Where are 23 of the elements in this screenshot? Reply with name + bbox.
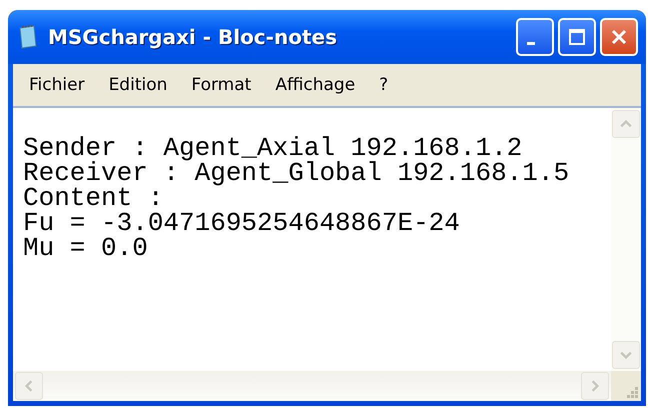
close-icon <box>609 27 629 47</box>
window-title: MSGchargaxi - Bloc-notes <box>48 25 338 49</box>
text-line: Mu = 0.0 <box>23 236 149 261</box>
minimize-icon <box>527 42 535 44</box>
scroll-right-button[interactable] <box>581 372 609 400</box>
close-button[interactable] <box>600 18 638 56</box>
scroll-down-button[interactable] <box>612 341 640 369</box>
maximize-button[interactable] <box>558 18 596 56</box>
resize-grip-icon[interactable] <box>625 385 639 399</box>
menu-item[interactable]: ? <box>367 75 400 95</box>
menu-item[interactable]: Fichier <box>17 75 97 95</box>
text-line: Receiver : Agent_Global 192.168.1.5 <box>23 161 570 186</box>
minimize-button[interactable] <box>516 18 554 56</box>
text-line: Sender : Agent_Axial 192.168.1.2 <box>23 136 522 161</box>
menu-item[interactable]: Edition <box>96 75 180 95</box>
scroll-up-button[interactable] <box>612 110 640 138</box>
notepad-icon <box>18 25 38 49</box>
text-line: Content : <box>23 186 164 211</box>
menu-item[interactable]: Affichage <box>263 75 368 95</box>
menu-item[interactable]: Format <box>179 75 264 95</box>
maximize-icon <box>567 27 587 47</box>
scroll-left-button[interactable] <box>15 372 43 400</box>
text-line: Fu = -3.0471695254648867E-24 <box>23 211 461 236</box>
